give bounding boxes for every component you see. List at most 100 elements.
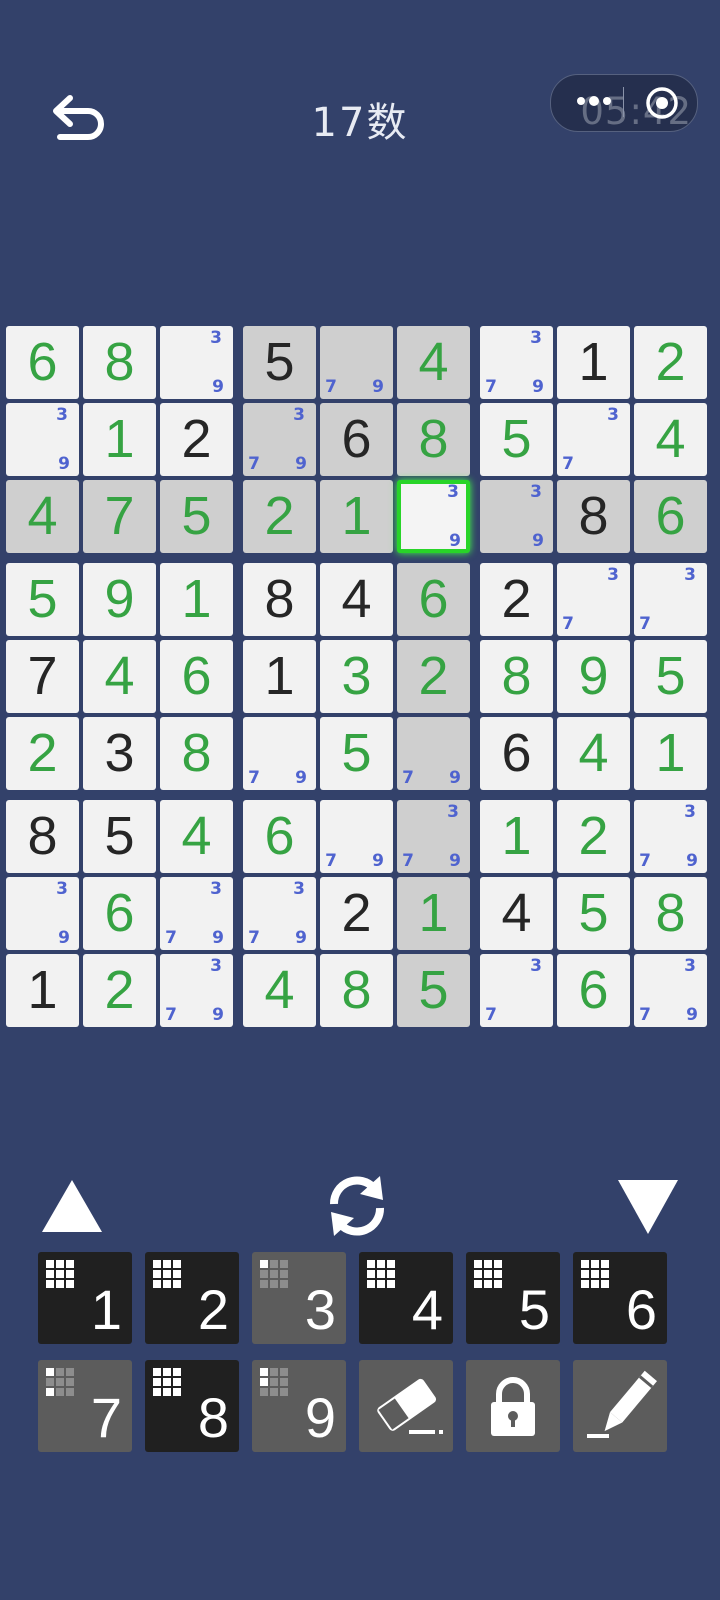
board-cell[interactable]: 8 xyxy=(557,480,630,553)
board-cell[interactable]: 4 xyxy=(6,480,79,553)
number-key-6[interactable]: 6 xyxy=(573,1252,667,1344)
board-cell[interactable]: 6 xyxy=(160,640,233,713)
board-cell[interactable]: 2 xyxy=(634,326,707,399)
board-cell[interactable]: 39 xyxy=(6,403,79,476)
board-cell[interactable]: 4 xyxy=(480,877,553,950)
board-cell[interactable]: 39 xyxy=(6,877,79,950)
board-cell[interactable]: 2 xyxy=(480,563,553,636)
board-cell[interactable]: 8 xyxy=(6,800,79,873)
board-cell[interactable]: 3 7 9 xyxy=(243,877,316,950)
board-cell[interactable]: 7 xyxy=(6,640,79,713)
board-cell[interactable]: 8 xyxy=(243,563,316,636)
number-key-8[interactable]: 8 xyxy=(145,1360,239,1452)
board-cell[interactable]: 1 xyxy=(320,480,393,553)
board-cell[interactable]: 79 xyxy=(243,717,316,790)
board-cell[interactable]: 8 xyxy=(320,954,393,1027)
board-cell[interactable]: 1 xyxy=(397,877,470,950)
board-cell[interactable]: 8 xyxy=(480,640,553,713)
board-cell[interactable]: 39 xyxy=(480,480,553,553)
board-cell[interactable]: 2 xyxy=(320,877,393,950)
board-cell[interactable]: 5 xyxy=(6,563,79,636)
number-key-9[interactable]: 9 xyxy=(252,1360,346,1452)
board-cell[interactable]: 2 xyxy=(397,640,470,713)
mini-program-capsule[interactable] xyxy=(550,74,698,132)
board-cell[interactable]: 1 xyxy=(160,563,233,636)
board-cell[interactable]: 3 7 9 xyxy=(480,326,553,399)
board-cell[interactable]: 2 xyxy=(557,800,630,873)
board-cell[interactable]: 3 7 9 xyxy=(160,954,233,1027)
board-cell[interactable]: 6 xyxy=(6,326,79,399)
board-cell[interactable]: 3 7 9 xyxy=(634,954,707,1027)
arrow-up-icon[interactable] xyxy=(40,1176,104,1234)
board-cell[interactable]: 5 xyxy=(480,403,553,476)
board-cell[interactable]: 4 xyxy=(160,800,233,873)
board-cell[interactable]: 5 xyxy=(320,717,393,790)
number-key-5[interactable]: 5 xyxy=(466,1252,560,1344)
board-cell[interactable]: 39 xyxy=(397,480,470,553)
board-cell[interactable]: 5 xyxy=(243,326,316,399)
board-cell[interactable]: 5 xyxy=(160,480,233,553)
board-cell[interactable]: 4 xyxy=(634,403,707,476)
board-cell[interactable]: 1 xyxy=(634,717,707,790)
board-cell[interactable]: 2 xyxy=(243,480,316,553)
board-cell[interactable]: 37 xyxy=(634,563,707,636)
board-cell[interactable]: 4 xyxy=(320,563,393,636)
board-cell[interactable]: 3 7 9 xyxy=(397,800,470,873)
board-cell[interactable]: 1 xyxy=(557,326,630,399)
board-cell[interactable]: 1 xyxy=(6,954,79,1027)
board-cell[interactable]: 1 xyxy=(83,403,156,476)
board-cell[interactable]: 4 xyxy=(83,640,156,713)
number-key-2[interactable]: 2 xyxy=(145,1252,239,1344)
board-cell[interactable]: 6 xyxy=(243,800,316,873)
number-key-3[interactable]: 3 xyxy=(252,1252,346,1344)
board-cell[interactable]: 79 xyxy=(397,717,470,790)
board-cell[interactable]: 9 xyxy=(83,563,156,636)
board-cell[interactable]: 4 xyxy=(397,326,470,399)
lock-button[interactable] xyxy=(466,1360,560,1452)
eraser-button[interactable] xyxy=(359,1360,453,1452)
number-key-4[interactable]: 4 xyxy=(359,1252,453,1344)
board-cell[interactable]: 79 xyxy=(320,326,393,399)
cell-note: 3 xyxy=(210,956,222,976)
board-cell[interactable]: 6 xyxy=(320,403,393,476)
board-cell[interactable]: 37 xyxy=(480,954,553,1027)
board-cell[interactable]: 5 xyxy=(83,800,156,873)
board-cell[interactable]: 8 xyxy=(397,403,470,476)
board-cell[interactable]: 8 xyxy=(634,877,707,950)
board-cell[interactable]: 3 7 9 xyxy=(160,877,233,950)
board-cell[interactable]: 79 xyxy=(320,800,393,873)
board-cell[interactable]: 9 xyxy=(557,640,630,713)
board-cell[interactable]: 1 xyxy=(480,800,553,873)
board-cell[interactable]: 5 xyxy=(397,954,470,1027)
board-cell[interactable]: 37 xyxy=(557,403,630,476)
board-cell[interactable]: 4 xyxy=(557,717,630,790)
board-cell[interactable]: 8 xyxy=(83,326,156,399)
board-cell[interactable]: 4 xyxy=(243,954,316,1027)
board-cell[interactable]: 8 xyxy=(160,717,233,790)
board-cell[interactable]: 2 xyxy=(83,954,156,1027)
close-target-icon[interactable] xyxy=(645,86,679,120)
arrow-down-icon[interactable] xyxy=(616,1178,680,1236)
refresh-icon[interactable] xyxy=(322,1174,392,1238)
number-key-1[interactable]: 1 xyxy=(38,1252,132,1344)
board-cell[interactable]: 2 xyxy=(6,717,79,790)
pencil-button[interactable] xyxy=(573,1360,667,1452)
more-icon[interactable] xyxy=(577,96,611,107)
number-key-7[interactable]: 7 xyxy=(38,1360,132,1452)
board-cell[interactable]: 6 xyxy=(557,954,630,1027)
board-cell[interactable]: 3 xyxy=(83,717,156,790)
board-cell[interactable]: 5 xyxy=(634,640,707,713)
board-cell[interactable]: 6 xyxy=(397,563,470,636)
board-cell[interactable]: 5 xyxy=(557,877,630,950)
board-cell[interactable]: 6 xyxy=(83,877,156,950)
board-cell[interactable]: 1 xyxy=(243,640,316,713)
board-cell[interactable]: 39 xyxy=(160,326,233,399)
board-cell[interactable]: 3 7 9 xyxy=(634,800,707,873)
board-cell[interactable]: 37 xyxy=(557,563,630,636)
board-cell[interactable]: 3 xyxy=(320,640,393,713)
board-cell[interactable]: 7 xyxy=(83,480,156,553)
board-cell[interactable]: 3 7 9 xyxy=(243,403,316,476)
board-cell[interactable]: 6 xyxy=(480,717,553,790)
board-cell[interactable]: 2 xyxy=(160,403,233,476)
board-cell[interactable]: 6 xyxy=(634,480,707,553)
